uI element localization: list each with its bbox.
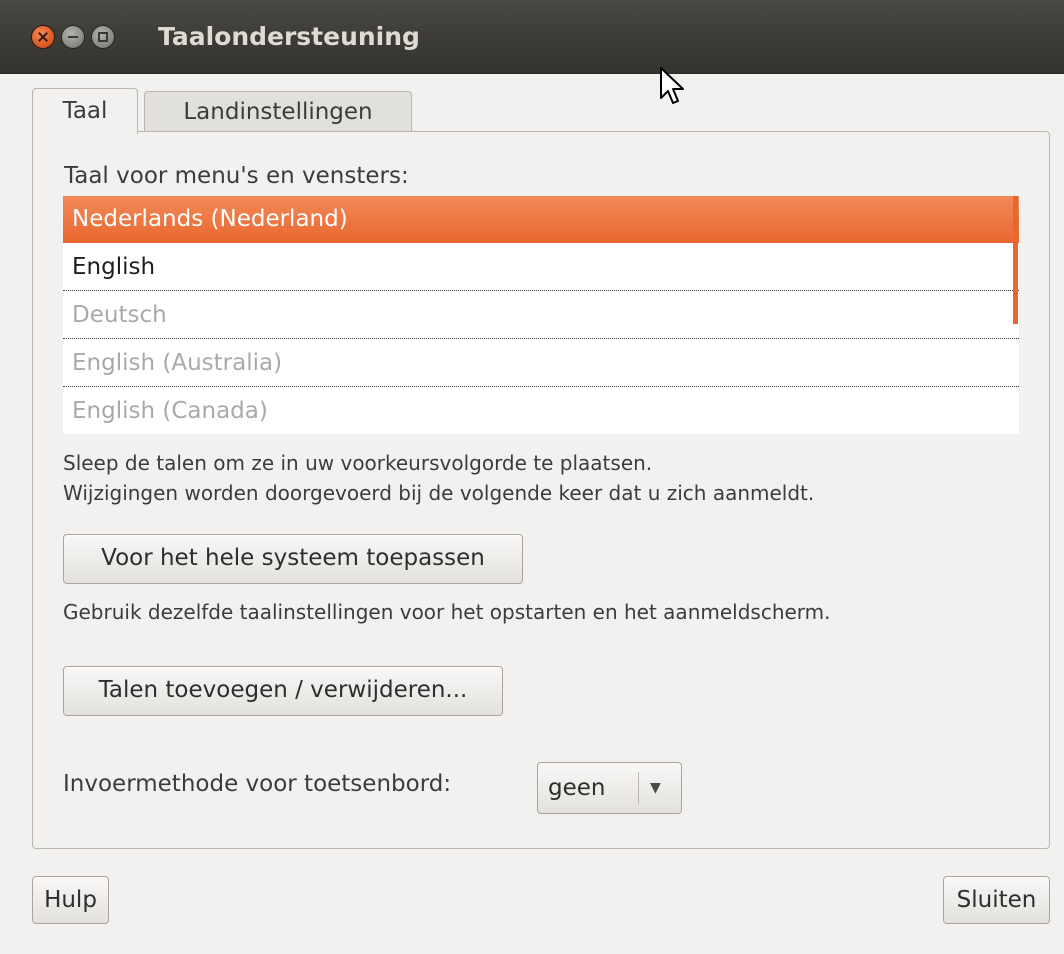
apply-system-wide-button[interactable]: Voor het hele systeem toepassen (63, 534, 523, 584)
tab-taal[interactable]: Taal (32, 88, 138, 134)
window-minimize-icon[interactable] (62, 26, 84, 48)
list-item-english-canada[interactable]: English (Canada) (63, 388, 1019, 435)
mouse-pointer-icon (660, 67, 684, 104)
title-bar: Taalondersteuning (0, 0, 1064, 74)
language-list-scrollbar[interactable] (1013, 196, 1018, 324)
help-button[interactable]: Hulp (32, 876, 109, 924)
apply-hint-text: Wijzigingen worden doorgevoerd bij de vo… (63, 481, 815, 505)
language-list[interactable]: Nederlands (Nederland) English Deutsch E… (63, 196, 1019, 434)
add-remove-languages-button[interactable]: Talen toevoegen / verwijderen... (63, 666, 503, 716)
chevron-down-icon: ▼ (650, 780, 661, 796)
tab-landinstellingen[interactable]: Landinstellingen (144, 91, 412, 131)
list-item-nederlands[interactable]: Nederlands (Nederland) (63, 196, 1019, 243)
window-maximize-icon[interactable] (92, 26, 114, 48)
keyboard-input-value: geen (548, 775, 606, 801)
keyboard-input-label: Invoermethode voor toetsenbord: (63, 771, 452, 797)
apply-system-description: Gebruik dezelfde taalinstellingen voor h… (63, 600, 831, 624)
close-button[interactable]: Sluiten (943, 876, 1050, 924)
drag-hint-text: Sleep de talen om ze in uw voorkeursvolg… (63, 451, 653, 475)
keyboard-input-select[interactable]: geen ▼ (537, 762, 682, 814)
language-list-label: Taal voor menu's en vensters: (64, 163, 409, 189)
list-item-english[interactable]: English (63, 244, 1019, 291)
list-item-deutsch[interactable]: Deutsch (63, 292, 1019, 339)
combo-separator (638, 772, 639, 804)
window-close-icon[interactable] (32, 26, 54, 48)
list-item-english-australia[interactable]: English (Australia) (63, 340, 1019, 387)
window-title: Taalondersteuning (158, 22, 420, 51)
